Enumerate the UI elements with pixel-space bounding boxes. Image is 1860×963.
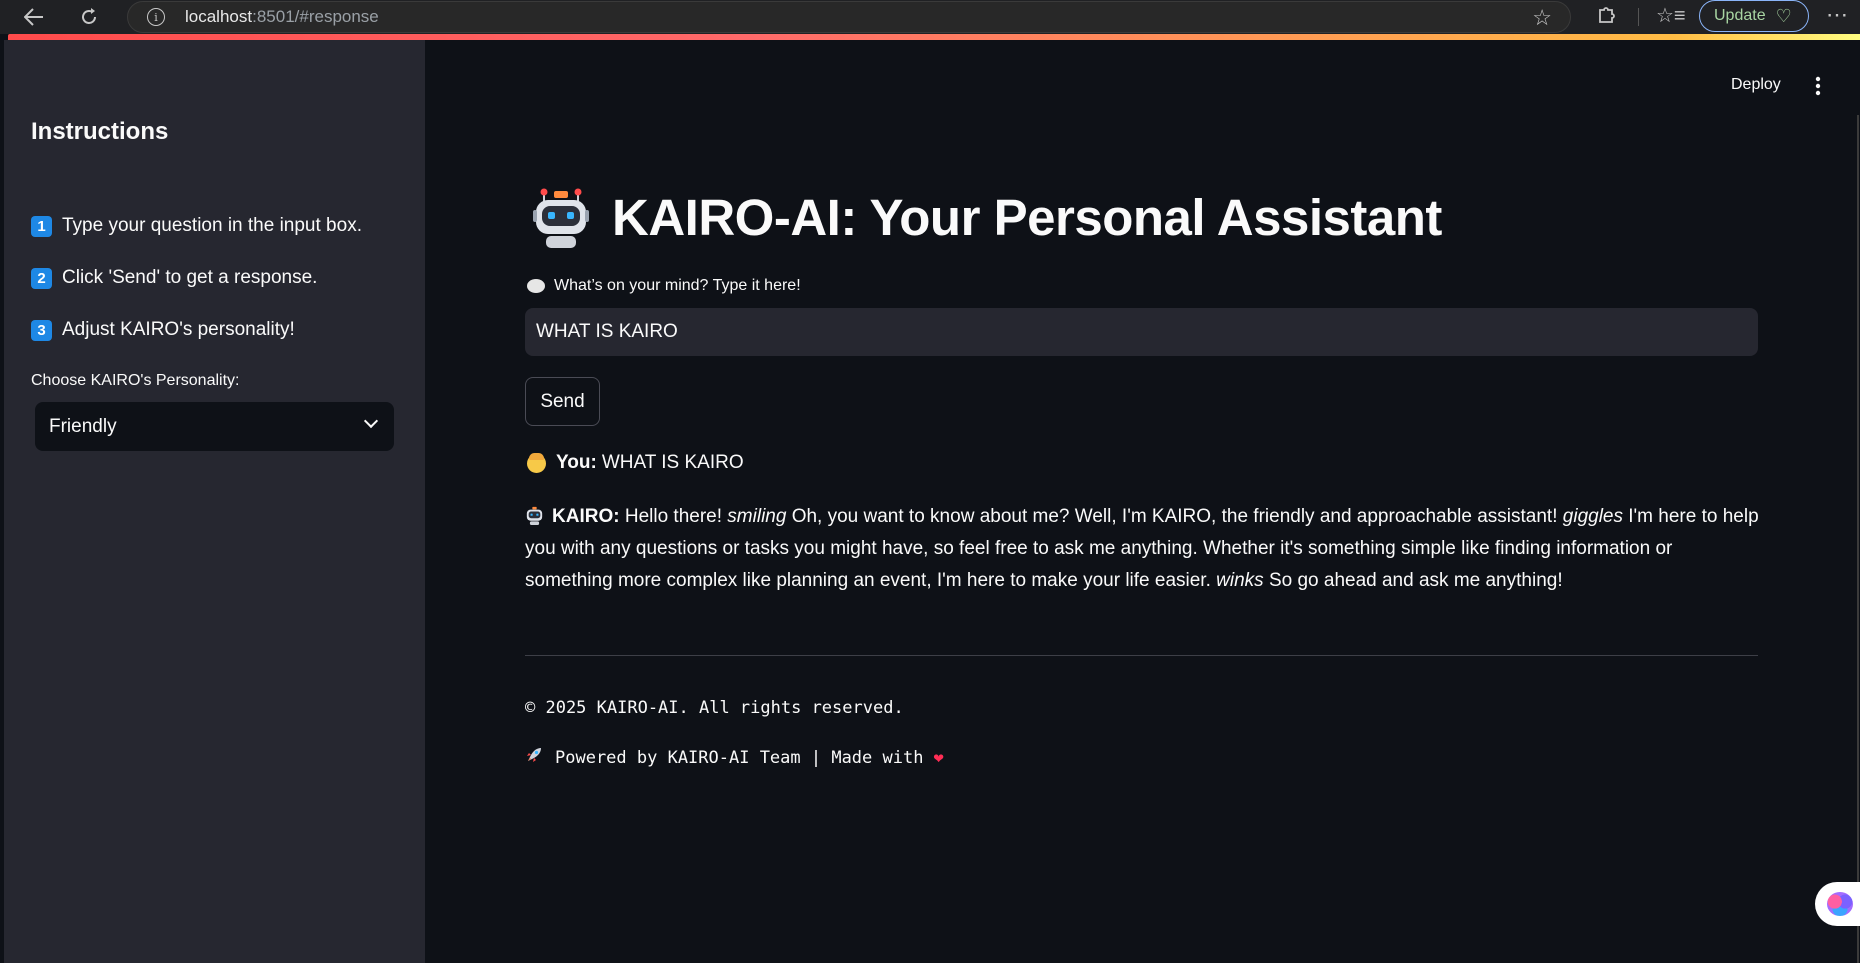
back-icon[interactable] — [20, 3, 48, 31]
keycap-3-icon: 3 — [31, 319, 52, 341]
user-message-text: WHAT IS KAIRO — [601, 452, 744, 473]
response-emote: winks — [1216, 570, 1264, 591]
robot-icon — [525, 504, 544, 525]
toolbar-separator — [1638, 8, 1639, 26]
instruction-item-2: 2 Click 'Send' to get a response. — [31, 267, 317, 289]
instruction-label: Adjust KAIRO's personality! — [62, 319, 295, 340]
star-icon[interactable]: ☆ — [1532, 5, 1552, 31]
assistant-message: KAIRO: Hello there! smiling Oh, you want… — [525, 501, 1765, 597]
divider — [525, 655, 1758, 656]
update-button[interactable]: Update ♡ — [1699, 0, 1809, 32]
url-text: localhost:8501/#response — [185, 7, 379, 27]
assistant-prefix: KAIRO: — [552, 506, 620, 527]
keycap-2-icon: 2 — [31, 267, 52, 289]
personality-value: Friendly — [49, 415, 117, 437]
page-title: KAIRO-AI: Your Personal Assistant — [532, 186, 1442, 248]
instruction-item-1: 1 Type your question in the input box. — [31, 215, 362, 237]
scrollbar[interactable] — [1857, 115, 1859, 963]
favorites-icon[interactable]: ☆≡ — [1656, 3, 1686, 28]
response-emote: giggles — [1562, 506, 1623, 527]
rocket-icon — [525, 746, 543, 769]
heart-icon: ❤ — [933, 747, 944, 768]
question-label-text: What’s on your mind? Type it here! — [554, 277, 801, 294]
robot-icon — [532, 186, 590, 248]
footer-powered: Powered by KAIRO-AI Team | Made with ❤ — [525, 746, 944, 769]
health-icon: ♡ — [1775, 5, 1792, 26]
extensions-icon[interactable] — [1596, 3, 1618, 31]
instruction-label: Click 'Send' to get a response. — [62, 267, 318, 288]
reload-icon[interactable] — [75, 3, 103, 31]
keycap-1-icon: 1 — [31, 215, 52, 237]
footer-powered-text: Powered by KAIRO-AI Team | Made with — [555, 747, 924, 768]
assistant-widget-button[interactable] — [1815, 882, 1860, 926]
sidebar-title: Instructions — [31, 118, 169, 145]
question-label: What’s on your mind? Type it here! — [527, 277, 801, 295]
title-text: KAIRO-AI: Your Personal Assistant — [612, 188, 1442, 246]
chevron-down-icon — [363, 413, 379, 429]
response-emote: smiling — [727, 506, 787, 527]
response-text: Oh, you want to know about me? Well, I'm… — [786, 506, 1563, 527]
main-menu-icon[interactable] — [1815, 76, 1821, 96]
address-bar[interactable]: i localhost:8501/#response ☆ — [127, 1, 1571, 33]
sidebar — [4, 40, 425, 963]
more-icon[interactable]: ⋯ — [1826, 2, 1849, 28]
footer-copyright: © 2025 KAIRO-AI. All rights reserved. — [525, 698, 904, 718]
url-host: localhost — [185, 7, 253, 26]
user-message: You: WHAT IS KAIRO — [527, 452, 744, 474]
personality-label: Choose KAIRO's Personality: — [31, 372, 240, 389]
user-prefix: You: — [556, 452, 597, 473]
browser-toolbar: i localhost:8501/#response ☆ ☆≡ Update ♡… — [0, 0, 1860, 34]
info-icon[interactable]: i — [147, 8, 165, 26]
person-icon — [527, 452, 546, 473]
speech-bubble-icon — [527, 279, 545, 293]
deploy-button[interactable]: Deploy — [1731, 76, 1781, 94]
brain-icon — [1827, 892, 1853, 916]
send-button[interactable]: Send — [525, 377, 600, 426]
personality-select[interactable]: Friendly — [35, 402, 394, 451]
update-label: Update — [1714, 7, 1766, 24]
question-input[interactable]: WHAT IS KAIRO — [525, 308, 1758, 356]
response-text: Hello there! — [624, 506, 728, 527]
question-input-value: WHAT IS KAIRO — [536, 321, 678, 342]
instruction-item-3: 3 Adjust KAIRO's personality! — [31, 319, 295, 341]
response-text: So go ahead and ask me anything! — [1263, 570, 1563, 591]
url-path: :8501/#response — [252, 7, 379, 26]
instruction-label: Type your question in the input box. — [62, 215, 362, 236]
